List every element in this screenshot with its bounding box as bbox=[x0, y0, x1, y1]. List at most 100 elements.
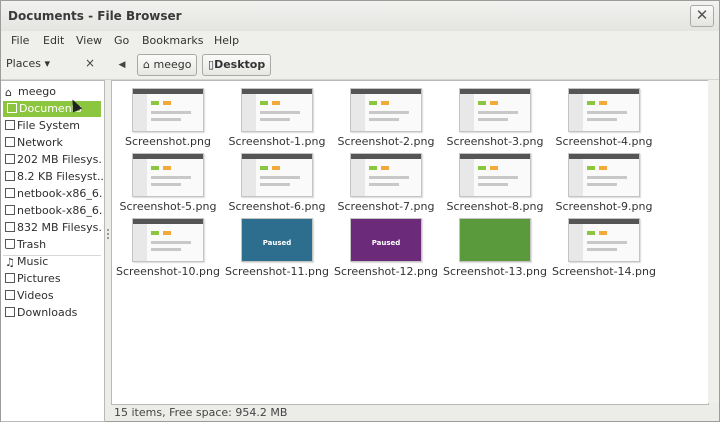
file-thumbnail bbox=[350, 88, 422, 132]
file-name: Screenshot-10.png bbox=[116, 265, 220, 278]
close-window-button[interactable]: ✕ bbox=[690, 5, 714, 27]
file-name: Screenshot.png bbox=[125, 135, 211, 148]
file-name: Screenshot-11.png bbox=[225, 265, 329, 278]
back-icon[interactable]: ◀ bbox=[114, 54, 130, 76]
file-item[interactable]: Screenshot-14.png bbox=[550, 218, 658, 278]
thumbnail-overlay-text: Paused bbox=[371, 239, 401, 247]
sidebar-item-label: File System bbox=[17, 119, 80, 132]
sidebar-item-label: Pictures bbox=[17, 272, 61, 285]
vertical-scrollbar[interactable] bbox=[708, 80, 719, 403]
file-name: Screenshot-3.png bbox=[446, 135, 544, 148]
file-item[interactable]: Screenshot-3.png bbox=[441, 88, 549, 148]
drive-icon bbox=[5, 154, 15, 164]
downloads-icon bbox=[5, 307, 15, 317]
sidebar-item-volume-8kb[interactable]: 8.2 KB Filesyst... bbox=[1, 169, 103, 185]
drive-icon bbox=[5, 222, 15, 232]
file-item[interactable]: Screenshot-10.png bbox=[114, 218, 222, 278]
file-name: Screenshot-14.png bbox=[552, 265, 656, 278]
file-thumbnail bbox=[350, 153, 422, 197]
breadcrumb-meego[interactable]: ⌂ meego bbox=[137, 54, 198, 76]
sidebar-item-label: Music bbox=[17, 255, 49, 268]
music-icon: ♫ bbox=[5, 256, 15, 269]
sidebar-item-videos[interactable]: Videos bbox=[1, 288, 103, 304]
breadcrumb-label: meego bbox=[153, 58, 192, 71]
file-name: Screenshot-2.png bbox=[337, 135, 435, 148]
sidebar-item-pictures[interactable]: Pictures bbox=[1, 271, 103, 287]
sidebar-item-label: netbook-x86_6... bbox=[17, 204, 103, 217]
file-item[interactable]: Screenshot-4.png bbox=[550, 88, 658, 148]
file-item[interactable]: Screenshot-13.png bbox=[441, 218, 549, 278]
breadcrumb-label: Desktop bbox=[214, 58, 266, 71]
menu-go[interactable]: Go bbox=[114, 34, 129, 47]
location-toolbar: Places ▾ × ◀ ⌂ meego ▯Desktop bbox=[1, 51, 719, 80]
sidebar-item-trash[interactable]: Trash bbox=[1, 237, 103, 253]
thumbnail-overlay-text: Paused bbox=[262, 239, 292, 247]
home-icon: ⌂ bbox=[5, 86, 12, 99]
file-thumbnail bbox=[132, 88, 204, 132]
file-name: Screenshot-12.png bbox=[334, 265, 438, 278]
file-thumbnail bbox=[568, 153, 640, 197]
file-item[interactable]: Screenshot-5.png bbox=[114, 153, 222, 213]
close-sidebar-icon[interactable]: × bbox=[85, 56, 95, 70]
title-bar: Documents - File Browser ✕ bbox=[1, 1, 719, 32]
trash-icon bbox=[5, 239, 15, 249]
sidebar-item-label: netbook-x86_6... bbox=[17, 187, 103, 200]
file-item[interactable]: Screenshot-7.png bbox=[332, 153, 440, 213]
file-name: Screenshot-6.png bbox=[228, 200, 326, 213]
sidebar-item-label: Downloads bbox=[17, 306, 78, 319]
sidebar-item-meego[interactable]: ⌂ meego bbox=[1, 84, 103, 100]
sidebar-item-label: Trash bbox=[17, 238, 47, 251]
sidebar-item-label: 8.2 KB Filesyst... bbox=[17, 170, 103, 183]
file-thumbnail: Paused bbox=[241, 218, 313, 262]
pane-splitter-handle[interactable] bbox=[106, 227, 110, 243]
sidebar-item-netbook-1[interactable]: netbook-x86_6... bbox=[1, 186, 103, 202]
videos-icon bbox=[5, 290, 15, 300]
menu-edit[interactable]: Edit bbox=[43, 34, 64, 47]
sidebar-item-label: 832 MB Filesys... bbox=[17, 221, 103, 234]
file-name: Screenshot-8.png bbox=[446, 200, 544, 213]
sidebar-item-downloads[interactable]: Downloads bbox=[1, 305, 103, 321]
file-name: Screenshot-5.png bbox=[119, 200, 217, 213]
file-item[interactable]: Screenshot-9.png bbox=[550, 153, 658, 213]
file-name: Screenshot-4.png bbox=[555, 135, 653, 148]
file-item[interactable]: Screenshot-2.png bbox=[332, 88, 440, 148]
file-item[interactable]: Paused Screenshot-12.png bbox=[332, 218, 440, 278]
file-item[interactable]: Screenshot-6.png bbox=[223, 153, 331, 213]
file-thumbnail bbox=[459, 153, 531, 197]
window-title: Documents - File Browser bbox=[8, 9, 182, 23]
menu-view[interactable]: View bbox=[76, 34, 102, 47]
menu-bookmarks[interactable]: Bookmarks bbox=[142, 34, 203, 47]
pictures-icon bbox=[5, 273, 15, 283]
file-item[interactable]: Paused Screenshot-11.png bbox=[223, 218, 331, 278]
file-item[interactable]: Screenshot-8.png bbox=[441, 153, 549, 213]
sidebar-item-volume-832mb[interactable]: 832 MB Filesys... bbox=[1, 220, 103, 236]
home-icon: ⌂ bbox=[143, 58, 150, 71]
sidebar-item-label: meego bbox=[18, 85, 56, 98]
sidebar-item-label: Videos bbox=[17, 289, 54, 302]
file-thumbnail bbox=[241, 153, 313, 197]
places-sidebar: ⌂ meego Documents File System Network 202… bbox=[1, 80, 105, 422]
sidebar-item-label: 202 MB Filesys... bbox=[17, 153, 103, 166]
file-thumbnail bbox=[459, 218, 531, 262]
sidebar-item-music[interactable]: ♫ Music bbox=[1, 254, 103, 270]
file-thumbnail bbox=[132, 153, 204, 197]
places-dropdown[interactable]: Places ▾ bbox=[6, 57, 50, 70]
file-thumbnail bbox=[241, 88, 313, 132]
sidebar-item-volume-202mb[interactable]: 202 MB Filesys... bbox=[1, 152, 103, 168]
file-item[interactable]: Screenshot.png bbox=[114, 88, 222, 148]
breadcrumb-desktop[interactable]: ▯Desktop bbox=[202, 54, 272, 76]
document-icon bbox=[7, 103, 17, 113]
sidebar-item-file-system[interactable]: File System bbox=[1, 118, 103, 134]
file-thumbnail bbox=[568, 88, 640, 132]
sidebar-item-documents[interactable]: Documents bbox=[3, 101, 101, 117]
file-item[interactable]: Screenshot-1.png bbox=[223, 88, 331, 148]
sidebar-item-network[interactable]: Network bbox=[1, 135, 103, 151]
sidebar-item-netbook-2[interactable]: netbook-x86_6... bbox=[1, 203, 103, 219]
drive-icon bbox=[5, 205, 15, 215]
menu-file[interactable]: File bbox=[11, 34, 29, 47]
file-grid: Screenshot.png Screenshot-1.png Screenshot… bbox=[111, 80, 709, 405]
file-thumbnail bbox=[459, 88, 531, 132]
file-thumbnail: Paused bbox=[350, 218, 422, 262]
menu-help[interactable]: Help bbox=[214, 34, 239, 47]
network-icon bbox=[5, 137, 15, 147]
